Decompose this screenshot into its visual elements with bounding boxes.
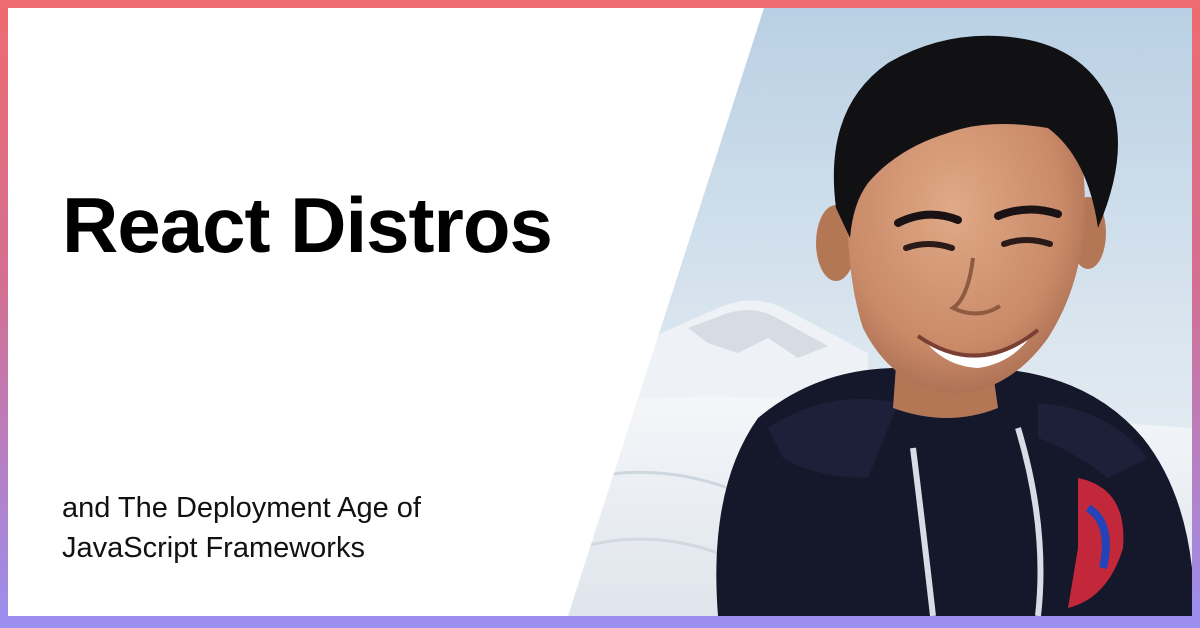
subtitle-line-2: JavaScript Frameworks: [62, 532, 365, 564]
banner-card: React Distros and The Deployment Age of …: [8, 8, 1192, 616]
subtitle: and The Deployment Age of JavaScript Fra…: [62, 488, 542, 568]
subtitle-line-1: and The Deployment Age of: [62, 492, 421, 524]
speaker-photo: [568, 8, 1192, 616]
speaker-portrait-illustration: [568, 8, 1192, 616]
page-title: React Distros: [62, 181, 553, 269]
gradient-border-frame: React Distros and The Deployment Age of …: [0, 0, 1200, 628]
